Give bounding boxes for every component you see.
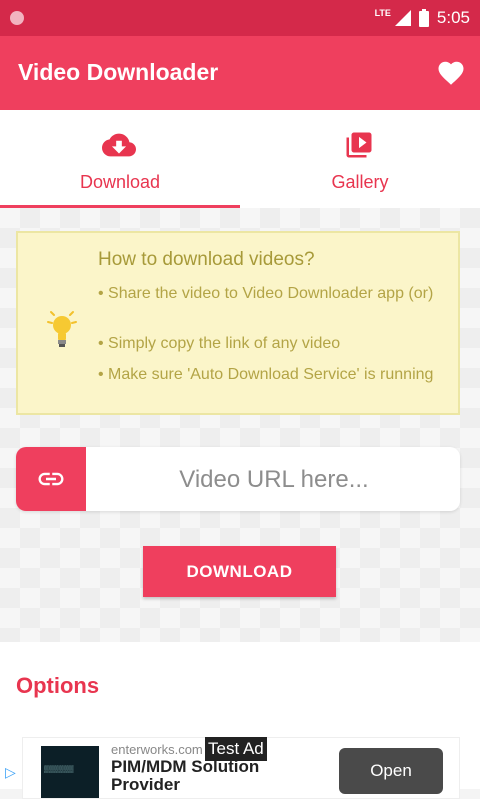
tab-bar: Download Gallery — [0, 110, 480, 208]
download-button[interactable]: DOWNLOAD — [143, 546, 336, 597]
video-url-input[interactable] — [94, 447, 454, 513]
url-field — [16, 447, 460, 513]
notification-icon — [10, 11, 24, 25]
network-type: LTE — [374, 8, 391, 18]
cloud-download-icon — [102, 133, 136, 157]
how-to-step: • Share the video to Video Downloader ap… — [98, 285, 434, 302]
paste-link-button[interactable] — [16, 447, 86, 511]
options-title: Options — [16, 673, 100, 698]
adchoices-icon[interactable]: ▷ — [5, 764, 16, 781]
link-icon — [38, 472, 64, 486]
ad-image[interactable]: ▒▒▒▒▒▒ — [41, 746, 99, 798]
clock: 5:05 — [436, 8, 470, 27]
ad-open-button[interactable]: Open — [339, 748, 443, 794]
download-panel: How to download videos? • Share the vide… — [0, 208, 480, 642]
tab-gallery-label: Gallery — [331, 172, 389, 192]
tab-download-label: Download — [79, 172, 161, 192]
lightbulb-icon — [47, 311, 77, 347]
battery-icon — [418, 9, 429, 27]
how-to-card: How to download videos? • Share the vide… — [16, 231, 460, 415]
ad-image-brand: ▒▒▒▒▒▒ — [44, 766, 74, 773]
app-title: Video Downloader — [18, 59, 219, 85]
signal-icon — [394, 10, 411, 26]
app-bar: Video Downloader — [0, 36, 480, 110]
video-library-icon — [346, 132, 372, 158]
options-section: Options ▷ ▒▒▒▒▒▒ enterworks.com Test Ad … — [0, 642, 480, 799]
how-to-step: • Simply copy the link of any video — [98, 335, 341, 352]
tab-gallery[interactable]: Gallery — [240, 110, 480, 208]
how-to-title: How to download videos? — [98, 249, 315, 270]
ad-domain: enterworks.com — [111, 742, 203, 757]
ad-banner[interactable]: ▷ ▒▒▒▒▒▒ enterworks.com Test Ad PIM/MDM … — [5, 737, 460, 799]
status-icons: LTE 5:05 — [375, 6, 470, 30]
tab-download[interactable]: Download — [0, 110, 240, 208]
status-bar: LTE 5:05 — [0, 0, 480, 36]
how-to-step: • Make sure 'Auto Download Service' is r… — [98, 366, 434, 383]
heart-icon[interactable] — [436, 58, 466, 88]
